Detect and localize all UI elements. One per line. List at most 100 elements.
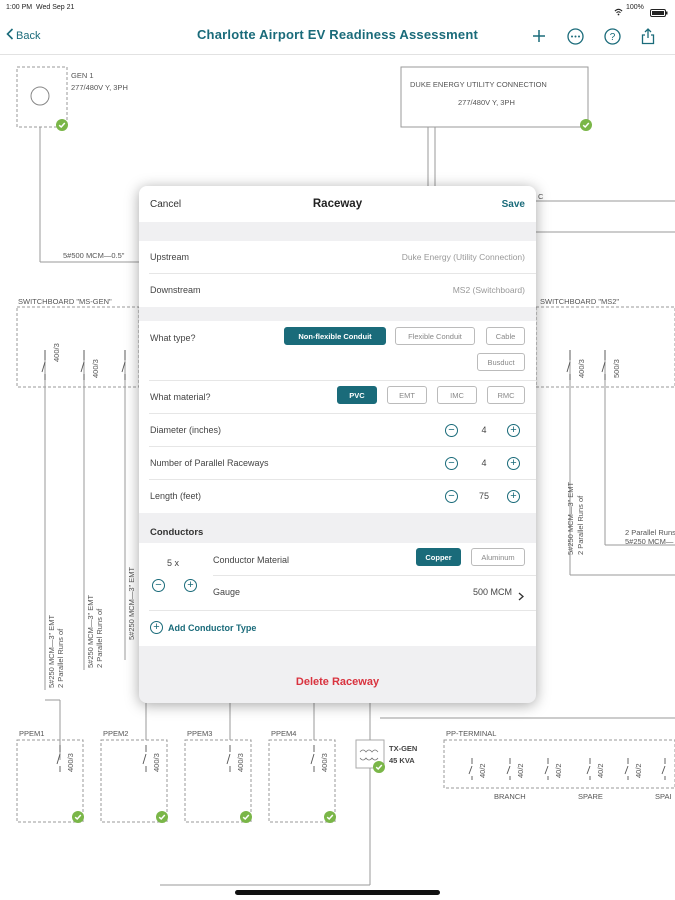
material-row: What material? PVC EMT IMC RMC bbox=[139, 381, 536, 414]
conductor-material-copper[interactable]: Copper bbox=[416, 548, 461, 566]
pp-breaker-label: 40/2 bbox=[478, 763, 487, 778]
switchboard-left-box bbox=[16, 306, 140, 388]
raceway-modal: Cancel Raceway Save Upstream Duke Energy… bbox=[139, 186, 536, 703]
home-indicator bbox=[235, 890, 440, 895]
panel-breaker-label: 400/3 bbox=[66, 753, 75, 772]
pp-breaker-label: 40/2 bbox=[516, 763, 525, 778]
breaker-label: 400/3 bbox=[52, 343, 61, 362]
right-stub-label: C bbox=[538, 192, 544, 201]
feeder-label: 5#500 MCM—0.5" bbox=[63, 251, 125, 260]
save-button[interactable]: Save bbox=[502, 199, 525, 210]
branch-label: BRANCH bbox=[494, 792, 526, 801]
upstream-value: Duke Energy (Utility Connection) bbox=[401, 252, 525, 262]
gen1-name: GEN 1 bbox=[71, 71, 94, 80]
add-circle-icon: + bbox=[150, 621, 163, 634]
pp-breaker-label: 40/2 bbox=[554, 763, 563, 778]
modal-title: Raceway bbox=[312, 198, 363, 210]
conductor-card: 5 x − + Conductor Material Copper Alumin… bbox=[139, 543, 536, 646]
delete-raceway-button[interactable]: Delete Raceway bbox=[139, 676, 536, 688]
feed-label: 5#250 MCM—3" EMT bbox=[47, 614, 56, 688]
gauge-row[interactable]: Gauge 500 MCM bbox=[213, 576, 536, 609]
spare-label: SPAI bbox=[655, 792, 672, 801]
gauge-value: 500 MCM bbox=[472, 587, 512, 597]
check-icon bbox=[580, 119, 592, 131]
material-option-emt[interactable]: EMT bbox=[387, 386, 427, 404]
parallel-minus-button[interactable]: − bbox=[445, 457, 458, 470]
material-option-imc[interactable]: IMC bbox=[437, 386, 477, 404]
conductor-material-label: Conductor Material bbox=[213, 555, 290, 565]
upstream-row[interactable]: Upstream Duke Energy (Utility Connection… bbox=[139, 241, 536, 274]
diameter-row: Diameter (inches) − 4 + bbox=[139, 414, 536, 447]
check-icon bbox=[240, 811, 252, 823]
utility-name: DUKE ENERGY UTILITY CONNECTION bbox=[410, 80, 547, 89]
diameter-value: 4 bbox=[481, 425, 487, 435]
upstream-label: Upstream bbox=[150, 252, 190, 262]
conductor-count: 5 x bbox=[167, 558, 180, 568]
length-value: 75 bbox=[478, 491, 489, 501]
material-label: What material? bbox=[150, 392, 211, 402]
right-feed-label: 5#250 MCM— bbox=[625, 537, 674, 546]
panel-breaker-label: 400/3 bbox=[236, 753, 245, 772]
feed-label: 5#250 MCM—3" EMT bbox=[566, 481, 575, 555]
divider bbox=[149, 610, 536, 611]
conductor-count-minus-button[interactable]: − bbox=[152, 579, 165, 592]
gauge-label: Gauge bbox=[213, 587, 241, 597]
feed-label: 2 Parallel Runs of bbox=[576, 495, 585, 555]
switchboard-left-label: SWITCHBOARD "MS-GEN" bbox=[18, 297, 112, 306]
diameter-label: Diameter (inches) bbox=[150, 425, 222, 435]
check-icon bbox=[156, 811, 168, 823]
panel-label: PPEM3 bbox=[187, 729, 213, 738]
length-minus-button[interactable]: − bbox=[445, 490, 458, 503]
add-conductor-type-label: Add Conductor Type bbox=[168, 622, 257, 633]
conductors-header: Conductors bbox=[150, 527, 204, 538]
check-icon bbox=[56, 119, 68, 131]
downstream-value: MS2 (Switchboard) bbox=[452, 285, 525, 295]
conductor-count-plus-button[interactable]: + bbox=[184, 579, 197, 592]
conductor-material-aluminum[interactable]: Aluminum bbox=[471, 548, 525, 566]
type-option-busduct[interactable]: Busduct bbox=[477, 353, 525, 371]
gen1-spec: 277/480V Y, 3PH bbox=[71, 83, 128, 92]
feed-label: 5#250 MCM—3" EMT bbox=[86, 594, 95, 668]
material-option-rmc[interactable]: RMC bbox=[487, 386, 525, 404]
diameter-plus-button[interactable]: + bbox=[507, 424, 520, 437]
tx-spec: 45 KVA bbox=[389, 756, 415, 765]
material-option-pvc[interactable]: PVC bbox=[337, 386, 377, 404]
utility-box bbox=[400, 66, 589, 128]
check-icon bbox=[373, 761, 385, 773]
length-row: Length (feet) − 75 + bbox=[139, 480, 536, 513]
parallel-raceways-row: Number of Parallel Raceways − 4 + bbox=[139, 447, 536, 480]
parallel-plus-button[interactable]: + bbox=[507, 457, 520, 470]
downstream-label: Downstream bbox=[150, 285, 201, 295]
type-option-flexible-conduit[interactable]: Flexible Conduit bbox=[395, 327, 475, 345]
type-label: What type? bbox=[150, 333, 196, 343]
utility-spec: 277/480V Y, 3PH bbox=[458, 98, 515, 107]
check-icon bbox=[72, 811, 84, 823]
downstream-row[interactable]: Downstream MS2 (Switchboard) bbox=[139, 274, 536, 307]
right-feed-label: 2 Parallel Runs of bbox=[625, 528, 675, 537]
add-conductor-type-button[interactable]: + Add Conductor Type bbox=[150, 621, 256, 634]
spare-label: SPARE bbox=[578, 792, 603, 801]
modal-header: Cancel Raceway Save bbox=[139, 186, 536, 222]
breaker-label: 400/3 bbox=[577, 359, 586, 378]
gen1-box bbox=[16, 66, 68, 128]
panel-label: PPEM1 bbox=[19, 729, 45, 738]
feed-label: 2 Parallel Runs of bbox=[56, 628, 65, 688]
breaker-label: 500/3 bbox=[612, 359, 621, 378]
pp-breaker-label: 40/2 bbox=[596, 763, 605, 778]
feed-label: 2 Parallel Runs of bbox=[95, 608, 104, 668]
chevron-right-icon bbox=[518, 588, 524, 606]
length-label: Length (feet) bbox=[150, 491, 202, 501]
type-row: What type? Non-flexible Conduit Flexible… bbox=[139, 321, 536, 381]
diameter-minus-button[interactable]: − bbox=[445, 424, 458, 437]
panel-label: PPEM2 bbox=[103, 729, 129, 738]
switchboard-right-label: SWITCHBOARD "MS2" bbox=[540, 297, 620, 306]
breaker-label: 400/3 bbox=[91, 359, 100, 378]
panel-label: PPEM4 bbox=[271, 729, 297, 738]
type-option-cable[interactable]: Cable bbox=[486, 327, 525, 345]
parallel-raceways-label: Number of Parallel Raceways bbox=[150, 458, 269, 468]
length-plus-button[interactable]: + bbox=[507, 490, 520, 503]
panel-breaker-label: 400/3 bbox=[152, 753, 161, 772]
type-option-non-flexible-conduit[interactable]: Non-flexible Conduit bbox=[284, 327, 386, 345]
feed-label: 5#250 MCM—3" EMT bbox=[127, 566, 136, 640]
panel-breaker-label: 400/3 bbox=[320, 753, 329, 772]
